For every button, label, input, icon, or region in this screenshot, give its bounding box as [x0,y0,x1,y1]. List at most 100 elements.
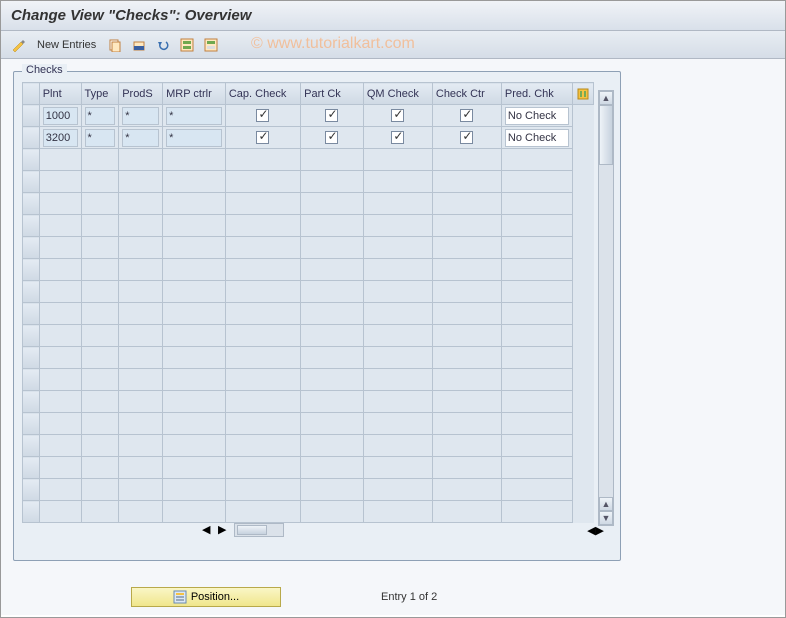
cell-empty[interactable] [501,479,572,501]
scroll-thumb[interactable] [599,105,613,165]
hscroll-track[interactable] [234,523,284,537]
cell-empty[interactable] [501,413,572,435]
row-selector[interactable] [23,171,40,193]
cell-empty[interactable] [81,149,119,171]
checkbox[interactable] [460,109,473,122]
cell-empty[interactable] [501,303,572,325]
cell-empty[interactable] [301,215,364,237]
cell-empty[interactable] [81,171,119,193]
col-mrp[interactable]: MRP ctrlr [163,83,226,105]
cell-empty[interactable] [501,391,572,413]
cell-empty[interactable] [39,149,81,171]
cell-plnt[interactable]: 1000 [39,105,81,127]
cell-prods[interactable]: * [119,127,163,149]
cell-empty[interactable] [363,281,432,303]
new-entries-button[interactable]: New Entries [33,39,100,51]
cell-empty[interactable] [501,281,572,303]
row-selector[interactable] [23,435,40,457]
cell-empty[interactable] [39,347,81,369]
cell-empty[interactable] [163,215,226,237]
cell-empty[interactable] [119,457,163,479]
cell-empty[interactable] [39,391,81,413]
cell-empty[interactable] [432,171,501,193]
cell-empty[interactable] [225,325,300,347]
col-config[interactable] [573,83,594,105]
col-part[interactable]: Part Ck [301,83,364,105]
cell-empty[interactable] [432,303,501,325]
cell-empty[interactable] [81,369,119,391]
col-ctr[interactable]: Check Ctr [432,83,501,105]
cell-qm[interactable] [363,127,432,149]
cell-empty[interactable] [363,215,432,237]
checkbox[interactable] [325,131,338,144]
cell-empty[interactable] [119,325,163,347]
cell-empty[interactable] [363,303,432,325]
cell-empty[interactable] [225,435,300,457]
cell-empty[interactable] [225,215,300,237]
cell-empty[interactable] [363,479,432,501]
cell-empty[interactable] [301,347,364,369]
cell-empty[interactable] [119,303,163,325]
cell-empty[interactable] [39,215,81,237]
cell-empty[interactable] [432,193,501,215]
cell-empty[interactable] [39,281,81,303]
cell-empty[interactable] [432,281,501,303]
row-selector[interactable] [23,457,40,479]
row-selector[interactable] [23,325,40,347]
cell-type[interactable]: * [81,105,119,127]
checkbox[interactable] [391,131,404,144]
cell-empty[interactable] [163,457,226,479]
row-selector[interactable] [23,281,40,303]
cell-empty[interactable] [432,347,501,369]
cell-empty[interactable] [301,259,364,281]
cell-empty[interactable] [119,149,163,171]
cell-empty[interactable] [225,193,300,215]
cell-empty[interactable] [81,457,119,479]
cell-empty[interactable] [363,369,432,391]
cell-empty[interactable] [301,435,364,457]
row-selector[interactable] [23,237,40,259]
cell-empty[interactable] [501,149,572,171]
cell-empty[interactable] [81,281,119,303]
cell-empty[interactable] [81,193,119,215]
cell-empty[interactable] [225,391,300,413]
cell-empty[interactable] [39,479,81,501]
cell-empty[interactable] [119,237,163,259]
cell-empty[interactable] [163,479,226,501]
row-selector[interactable] [23,259,40,281]
col-plnt[interactable]: Plnt [39,83,81,105]
cell-empty[interactable] [81,347,119,369]
row-selector[interactable] [23,303,40,325]
col-prods[interactable]: ProdS [119,83,163,105]
cell-empty[interactable] [301,193,364,215]
scroll-up-icon[interactable]: ▲ [599,91,613,105]
checkbox[interactable] [256,109,269,122]
cell-empty[interactable] [119,435,163,457]
cell-empty[interactable] [225,347,300,369]
cell-plnt[interactable]: 3200 [39,127,81,149]
cell-empty[interactable] [301,281,364,303]
cell-empty[interactable] [501,457,572,479]
scroll-down-up-icon[interactable]: ▲ [599,497,613,511]
row-selector[interactable] [23,193,40,215]
cell-empty[interactable] [163,237,226,259]
cell-empty[interactable] [301,501,364,523]
cell-empty[interactable] [432,479,501,501]
cell-empty[interactable] [39,369,81,391]
cell-empty[interactable] [301,325,364,347]
cell-empty[interactable] [301,237,364,259]
cell-empty[interactable] [81,237,119,259]
col-selector[interactable] [23,83,40,105]
cell-empty[interactable] [119,215,163,237]
cell-empty[interactable] [363,149,432,171]
cell-empty[interactable] [432,391,501,413]
row-selector[interactable] [23,479,40,501]
cell-empty[interactable] [301,303,364,325]
vertical-scrollbar[interactable]: ▲ ▲ ▼ [598,90,614,526]
cell-pred[interactable]: No Check [501,127,572,149]
cell-qm[interactable] [363,105,432,127]
cell-cap[interactable] [225,127,300,149]
cell-empty[interactable] [81,435,119,457]
cell-empty[interactable] [363,435,432,457]
cell-empty[interactable] [432,149,501,171]
